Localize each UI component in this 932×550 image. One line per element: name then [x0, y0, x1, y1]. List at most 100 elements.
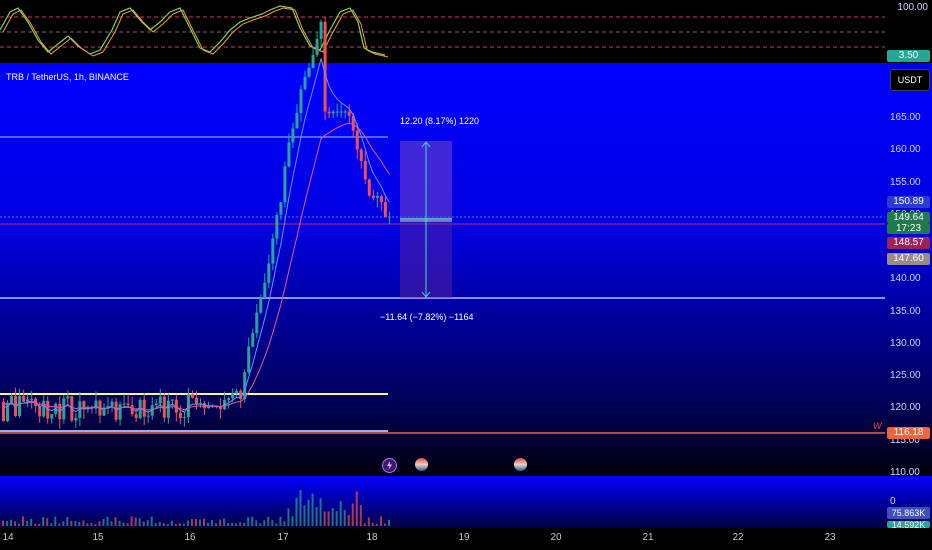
candle-body	[315, 39, 319, 55]
earnings-flag-icon[interactable]	[415, 458, 428, 471]
volume-bar	[126, 523, 129, 526]
candle-body	[287, 142, 291, 167]
volume-bar	[203, 518, 205, 526]
time-axis-label: 15	[92, 532, 104, 543]
candle-body	[359, 149, 363, 161]
candle-body	[231, 393, 235, 399]
volume-bar	[166, 523, 169, 526]
dividend-event-icon[interactable]	[382, 458, 397, 473]
volume-bar	[331, 508, 334, 526]
volume-bar	[327, 511, 330, 526]
support-level-tag: 116.18	[887, 427, 930, 439]
time-axis-label: 21	[642, 532, 654, 543]
price-axis-label: 130.00	[890, 337, 921, 349]
price-axis-label: 120.00	[890, 402, 921, 414]
volume-bar	[130, 516, 133, 526]
candle-body	[247, 346, 251, 373]
time-axis-label: 14	[2, 532, 14, 543]
candle-body	[255, 312, 259, 334]
volume-bar	[110, 521, 113, 526]
volume-bar	[375, 523, 378, 526]
candle-body	[387, 216, 391, 218]
candle-body	[10, 396, 14, 403]
candle-body	[126, 403, 130, 406]
volume-bar	[363, 523, 366, 526]
candle-body	[42, 400, 46, 417]
volume-bar	[142, 521, 145, 526]
volume-bar	[138, 518, 141, 526]
volume-bar	[190, 518, 193, 526]
volume-bar	[291, 516, 294, 526]
volume-bar	[194, 518, 197, 526]
time-axis-label: 20	[550, 532, 562, 543]
volume-bar	[90, 523, 93, 526]
volume-bar	[335, 511, 338, 526]
volume-bar	[287, 508, 290, 526]
economic-event-flag-icon[interactable]	[514, 458, 527, 471]
volume-bar	[150, 516, 153, 526]
time-axis-label: 22	[732, 532, 744, 543]
volume-bar	[66, 517, 69, 526]
volume-bar	[118, 520, 121, 526]
volume-bar	[355, 491, 358, 526]
volume-bar	[198, 519, 201, 526]
osc-k-line	[0, 5, 386, 56]
volume-bar	[78, 521, 81, 526]
volume-bar	[14, 521, 17, 526]
candle-body	[371, 195, 375, 198]
volume-bar	[154, 523, 157, 526]
price-axis-label: 165.00	[890, 112, 921, 123]
volume-bar	[315, 507, 318, 526]
volume-bar	[283, 521, 286, 526]
candle-body	[291, 128, 295, 143]
volume-bar	[42, 516, 45, 526]
volume-bar	[299, 490, 302, 526]
volume-bar	[263, 520, 266, 526]
candle-body	[30, 398, 34, 400]
candle-body	[235, 390, 239, 394]
candle-body	[379, 196, 383, 202]
time-axis-label: 23	[824, 532, 836, 543]
candle-body	[207, 406, 211, 409]
moving-average-slow	[3, 122, 390, 411]
volume-bar	[207, 522, 210, 526]
volume-bar	[62, 521, 65, 526]
candle-body	[267, 263, 271, 283]
volume-bar	[379, 516, 382, 526]
candle-body	[190, 394, 194, 398]
volume-bar	[307, 499, 310, 526]
candle-body	[110, 401, 114, 407]
currency-button[interactable]: USDT	[890, 69, 930, 91]
price-axis-label: 160.00	[890, 144, 921, 156]
candle-body	[275, 214, 279, 239]
volume-bar	[303, 505, 306, 526]
volume-bar	[82, 520, 85, 526]
time-axis-label: 16	[184, 532, 196, 543]
volume-bar	[387, 519, 390, 526]
chart-drawing-layer	[0, 5, 885, 526]
volume-bar	[106, 516, 109, 526]
candle-body	[319, 21, 323, 40]
candle-body	[146, 415, 150, 417]
volume-bar	[114, 517, 117, 526]
volume-bar	[351, 503, 354, 526]
volume-bar	[186, 520, 189, 526]
volume-bar	[271, 520, 274, 526]
candle-body	[263, 282, 267, 298]
volume-bar	[70, 520, 73, 526]
volume-bar	[243, 522, 246, 526]
candle-body	[22, 395, 26, 402]
volume-bar	[94, 523, 97, 526]
volume-bar	[311, 493, 314, 526]
volume-bar	[235, 523, 238, 526]
symbol-legend[interactable]: TRB / TetherUS, 1h, BINANCE	[6, 72, 129, 82]
volume-bar	[170, 520, 173, 526]
candle-body	[303, 76, 307, 90]
volume-bar	[6, 521, 9, 526]
candle-body	[355, 130, 359, 150]
volume-bar	[383, 523, 386, 526]
volume-bar	[359, 505, 362, 526]
volume-bar	[231, 522, 234, 526]
volume-bar	[247, 517, 250, 526]
volume-bar	[259, 523, 262, 526]
